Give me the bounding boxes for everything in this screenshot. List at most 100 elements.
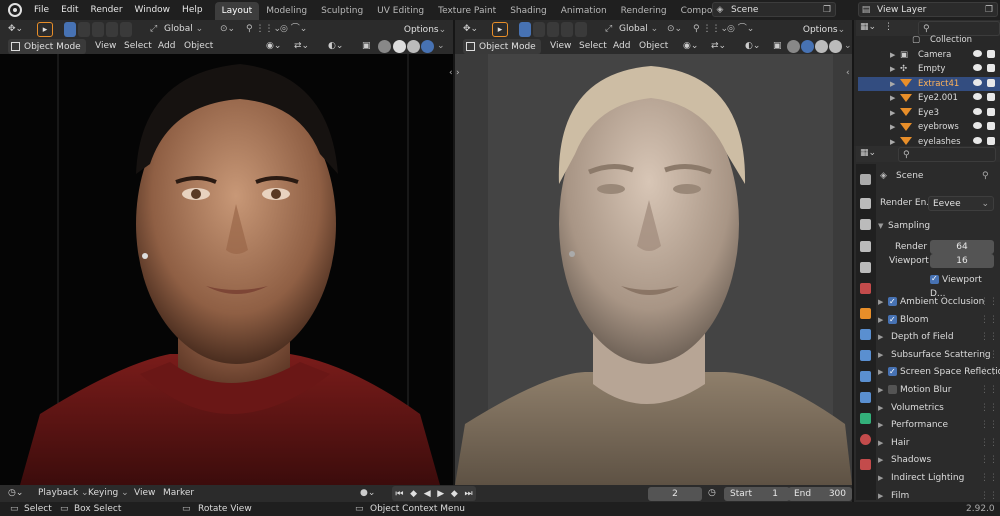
drag-handle-icon[interactable]: ⋮⋮ <box>980 400 998 416</box>
tab-animation[interactable]: Animation <box>554 2 614 20</box>
rendered-shading-icon[interactable] <box>829 40 842 53</box>
shading-options-icon[interactable]: ⌄ <box>437 39 445 54</box>
drag-handle-icon[interactable]: ⋮⋮ <box>980 294 998 310</box>
toolbar-toggle-icon[interactable]: › <box>456 66 460 81</box>
panel-performance[interactable]: ▶ Performance ⋮⋮ <box>878 417 1000 433</box>
expand-chevron-icon[interactable]: ▶ <box>890 106 895 120</box>
mode-dropdown[interactable]: Object Mode <box>8 39 86 54</box>
right-viewport-solid[interactable] <box>455 54 852 485</box>
editor-type-icon[interactable]: ✥⌄ <box>463 22 478 37</box>
editor-type-icon[interactable]: ✥⌄ <box>8 22 23 37</box>
menu-select[interactable]: Select <box>124 39 152 54</box>
render-samples-field[interactable]: 64 <box>930 240 994 254</box>
drag-handle-icon[interactable]: ⋮⋮ <box>980 417 998 433</box>
view-layer-tab-icon[interactable] <box>860 241 871 252</box>
render-camera-icon[interactable] <box>987 136 995 145</box>
snap-icon[interactable]: ⚲ ⋮⋮⌄ <box>246 22 281 37</box>
outliner-item-collection[interactable]: ▢ Collection <box>858 33 1000 47</box>
copy-icon[interactable]: ❐ <box>985 5 997 15</box>
expand-chevron-icon[interactable]: ▶ <box>890 77 895 91</box>
pin-icon[interactable]: ⚲ <box>982 169 989 184</box>
solid-shading-icon[interactable] <box>393 40 406 53</box>
expand-chevron-icon[interactable]: ▶ <box>890 48 895 62</box>
outliner-item-eye2-001[interactable]: ▶ Eye2.001 <box>858 91 1000 105</box>
drag-handle-icon[interactable]: ⋮⋮ <box>980 364 998 380</box>
view-layer-selector[interactable]: ▤ View Layer ❐ <box>858 2 998 17</box>
outliner-item-eye3[interactable]: ▶ Eye3 <box>858 106 1000 120</box>
overlay-icon[interactable]: ◐⌄ <box>745 39 760 54</box>
render-camera-icon[interactable] <box>987 78 995 87</box>
select-mode-extend-icon[interactable] <box>78 22 90 37</box>
checkbox-icon[interactable] <box>888 312 897 328</box>
wireframe-shading-icon[interactable] <box>787 40 800 53</box>
texture-tab-icon[interactable] <box>860 459 871 470</box>
drag-handle-icon[interactable]: ⋮⋮ <box>980 452 998 468</box>
menu-render[interactable]: Render <box>85 0 129 20</box>
menu-select[interactable]: Select <box>579 39 607 54</box>
eye-icon[interactable] <box>973 122 982 129</box>
proportional-edit-icon[interactable]: ◎ ⌒⌄ <box>727 22 754 37</box>
render-camera-icon[interactable] <box>987 93 995 101</box>
render-tab-icon[interactable] <box>860 198 871 209</box>
panel-indirect-lighting[interactable]: ▶ Indirect Lighting ⋮⋮ <box>878 470 1000 486</box>
eye-icon[interactable] <box>973 107 982 115</box>
output-tab-icon[interactable] <box>860 219 871 230</box>
material-shading-icon[interactable] <box>815 40 828 53</box>
drag-handle-icon[interactable]: ⋮⋮ <box>980 435 998 451</box>
proportional-edit-icon[interactable]: ◎ ⌒⌄ <box>280 22 307 37</box>
menu-object[interactable]: Object <box>639 39 668 54</box>
scene-selector[interactable]: ◈ Scene ❐ <box>712 2 836 17</box>
snap-icon[interactable]: ⚲ ⋮⋮⌄ <box>693 22 728 37</box>
visibility-icon[interactable]: ◉⌄ <box>683 39 698 54</box>
panel-hair[interactable]: ▶ Hair ⋮⋮ <box>878 435 1000 451</box>
select-mode-subtract-icon[interactable] <box>547 22 559 37</box>
viewport-samples-field[interactable]: 16 <box>930 254 994 268</box>
expand-chevron-icon[interactable]: ▶ <box>890 62 895 76</box>
expand-chevron-icon[interactable]: ▶ <box>890 91 895 105</box>
select-mode-intersect-icon[interactable] <box>120 22 132 37</box>
tab-rendering[interactable]: Rendering <box>614 2 674 20</box>
physics-tab-icon[interactable] <box>860 371 871 382</box>
record-icon[interactable]: ●⌄ <box>360 486 375 501</box>
select-mode-invert-icon[interactable] <box>106 22 118 37</box>
outliner-item-eyebrows[interactable]: ▶ eyebrows <box>858 120 1000 134</box>
select-mode-extend-icon[interactable] <box>533 22 545 37</box>
outliner-item-extract41[interactable]: ▶ Extract41 <box>858 76 1000 91</box>
viewport-denoise-checkbox[interactable]: Viewport D... <box>930 272 1000 299</box>
xray-icon[interactable]: ▣ <box>362 39 371 54</box>
xray-icon[interactable]: ▣ <box>773 39 782 54</box>
menu-object[interactable]: Object <box>184 39 213 54</box>
select-tool-icon[interactable]: ▸ <box>492 22 508 37</box>
panel-motion-blur[interactable]: ▶ Motion Blur ⋮⋮ <box>878 382 1000 398</box>
jump-key-forward-icon[interactable]: ◆ <box>451 489 458 499</box>
select-mode-new-icon[interactable] <box>519 22 531 37</box>
pivot-icon[interactable]: ⊙⌄ <box>667 22 682 37</box>
visibility-icon[interactable]: ◉⌄ <box>266 39 281 54</box>
panel-shadows[interactable]: ▶ Shadows ⋮⋮ <box>878 452 1000 468</box>
menu-window[interactable]: Window <box>129 0 177 20</box>
select-mode-invert-icon[interactable] <box>561 22 573 37</box>
select-mode-intersect-icon[interactable] <box>575 22 587 37</box>
sidebar-toggle-icon[interactable]: ‹ <box>449 66 453 81</box>
options-dropdown[interactable]: Options ⌄ <box>402 22 448 37</box>
editor-type-icon[interactable]: ◷⌄ <box>8 486 23 501</box>
marker-menu[interactable]: Marker <box>163 486 194 501</box>
render-camera-icon[interactable] <box>987 122 995 130</box>
render-camera-icon[interactable] <box>987 64 995 72</box>
tab-modeling[interactable]: Modeling <box>259 2 314 20</box>
end-frame-field[interactable]: End 300 <box>788 487 852 501</box>
panel-sampling[interactable]: ▼ Sampling <box>878 218 1000 234</box>
outliner-item-empty[interactable]: ▶ ✣ Empty <box>858 62 1000 76</box>
render-engine-dropdown[interactable]: Eevee ⌄ <box>928 196 994 211</box>
checkbox-icon[interactable] <box>888 294 897 310</box>
solid-shading-icon[interactable] <box>801 40 814 53</box>
copy-icon[interactable]: ❐ <box>823 5 835 15</box>
eye-icon[interactable] <box>973 78 982 86</box>
expand-chevron-icon[interactable]: ▶ <box>890 120 895 134</box>
outliner-item-camera[interactable]: ▶ ▣ Camera <box>858 48 1000 62</box>
modifier-tab-icon[interactable] <box>860 329 871 340</box>
render-camera-icon[interactable] <box>987 49 995 58</box>
left-viewport-rendered[interactable] <box>0 54 453 485</box>
wireframe-shading-icon[interactable] <box>378 40 391 53</box>
tool-tab-icon[interactable] <box>860 174 871 185</box>
